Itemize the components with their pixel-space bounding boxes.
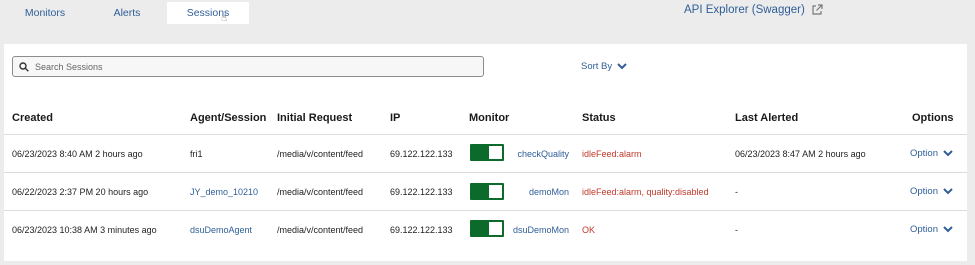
header-initial-request: Initial Request <box>277 112 353 124</box>
status-cell: idleFeed:alarm, quality:disabled <box>582 186 709 197</box>
header-ip: IP <box>390 112 401 124</box>
chevron-down-icon <box>943 188 953 195</box>
ip-cell: 69.122.122.133 <box>390 224 453 235</box>
created-cell: 06/23/2023 8:40 AM 2 hours ago <box>12 148 143 159</box>
created-cell: 06/23/2023 10:38 AM 3 minutes ago <box>12 224 157 235</box>
options-dropdown[interactable]: Option <box>910 211 953 248</box>
chevron-down-icon <box>617 63 627 70</box>
agent-session-link[interactable]: JY_demo_10210 <box>190 173 258 210</box>
agent-session-link[interactable]: dsuDemoAgent <box>190 211 252 248</box>
header-created: Created <box>12 112 53 124</box>
agent-session-cell: fri1 <box>190 148 203 159</box>
monitor-toggle[interactable] <box>470 220 504 237</box>
chevron-down-icon <box>943 150 953 157</box>
initial-request-cell: /media/v/content/feed <box>277 148 364 159</box>
search-input[interactable] <box>35 57 483 76</box>
tab-sessions[interactable]: Sessions <box>167 2 249 24</box>
header-status: Status <box>582 112 616 124</box>
header-agent-session: Agent/Session <box>190 112 267 124</box>
monitor-toggle[interactable] <box>470 183 504 200</box>
search-icon <box>19 61 29 72</box>
tab-alerts[interactable]: Alerts <box>92 2 162 24</box>
sort-by-dropdown[interactable]: Sort By <box>581 61 627 72</box>
chevron-down-icon <box>943 226 953 233</box>
search-box[interactable] <box>12 56 484 77</box>
api-explorer-link[interactable]: API Explorer (Swagger) <box>684 4 823 16</box>
top-nav: Monitors Alerts Sessions ☝ API Explorer … <box>0 0 975 40</box>
last-alerted-cell: - <box>735 186 738 197</box>
external-link-icon <box>811 4 823 16</box>
header-last-alerted: Last Alerted <box>735 112 799 124</box>
table-row: 06/23/2023 10:38 AM 3 minutes ago dsuDem… <box>4 210 967 248</box>
table-row: 06/22/2023 2:37 PM 20 hours ago JY_demo_… <box>4 172 967 210</box>
sort-by-label: Sort By <box>581 61 613 72</box>
initial-request-cell: /media/v/content/feed <box>277 186 364 197</box>
ip-cell: 69.122.122.133 <box>390 186 453 197</box>
options-dropdown[interactable]: Option <box>910 135 953 172</box>
monitor-link[interactable]: demoMon <box>529 173 569 210</box>
initial-request-cell: /media/v/content/feed <box>277 224 364 235</box>
status-cell: OK <box>582 224 596 235</box>
options-label: Option <box>910 224 938 235</box>
monitor-link[interactable]: checkQuality <box>517 135 569 172</box>
api-explorer-label: API Explorer (Swagger) <box>684 4 805 16</box>
pointer-cursor-icon: ☝ <box>221 13 228 24</box>
last-alerted-cell: - <box>735 224 738 235</box>
options-dropdown[interactable]: Option <box>910 173 953 210</box>
ip-cell: 69.122.122.133 <box>390 148 453 159</box>
options-label: Option <box>910 148 938 159</box>
created-cell: 06/22/2023 2:37 PM 20 hours ago <box>12 186 149 197</box>
monitor-link[interactable]: dsuDemoMon <box>513 211 569 248</box>
status-cell: idleFeed:alarm <box>582 148 642 159</box>
header-options: Options <box>912 112 954 124</box>
monitor-toggle[interactable] <box>470 144 504 161</box>
sessions-panel: Sort By Created Agent/Session Initial Re… <box>4 44 967 261</box>
table-row: 06/23/2023 8:40 AM 2 hours ago fri1 /med… <box>4 134 967 172</box>
header-monitor: Monitor <box>469 112 510 124</box>
last-alerted-cell: 06/23/2023 8:47 AM 2 hours ago <box>735 148 866 159</box>
tab-monitors[interactable]: Monitors <box>10 2 80 24</box>
options-label: Option <box>910 186 938 197</box>
